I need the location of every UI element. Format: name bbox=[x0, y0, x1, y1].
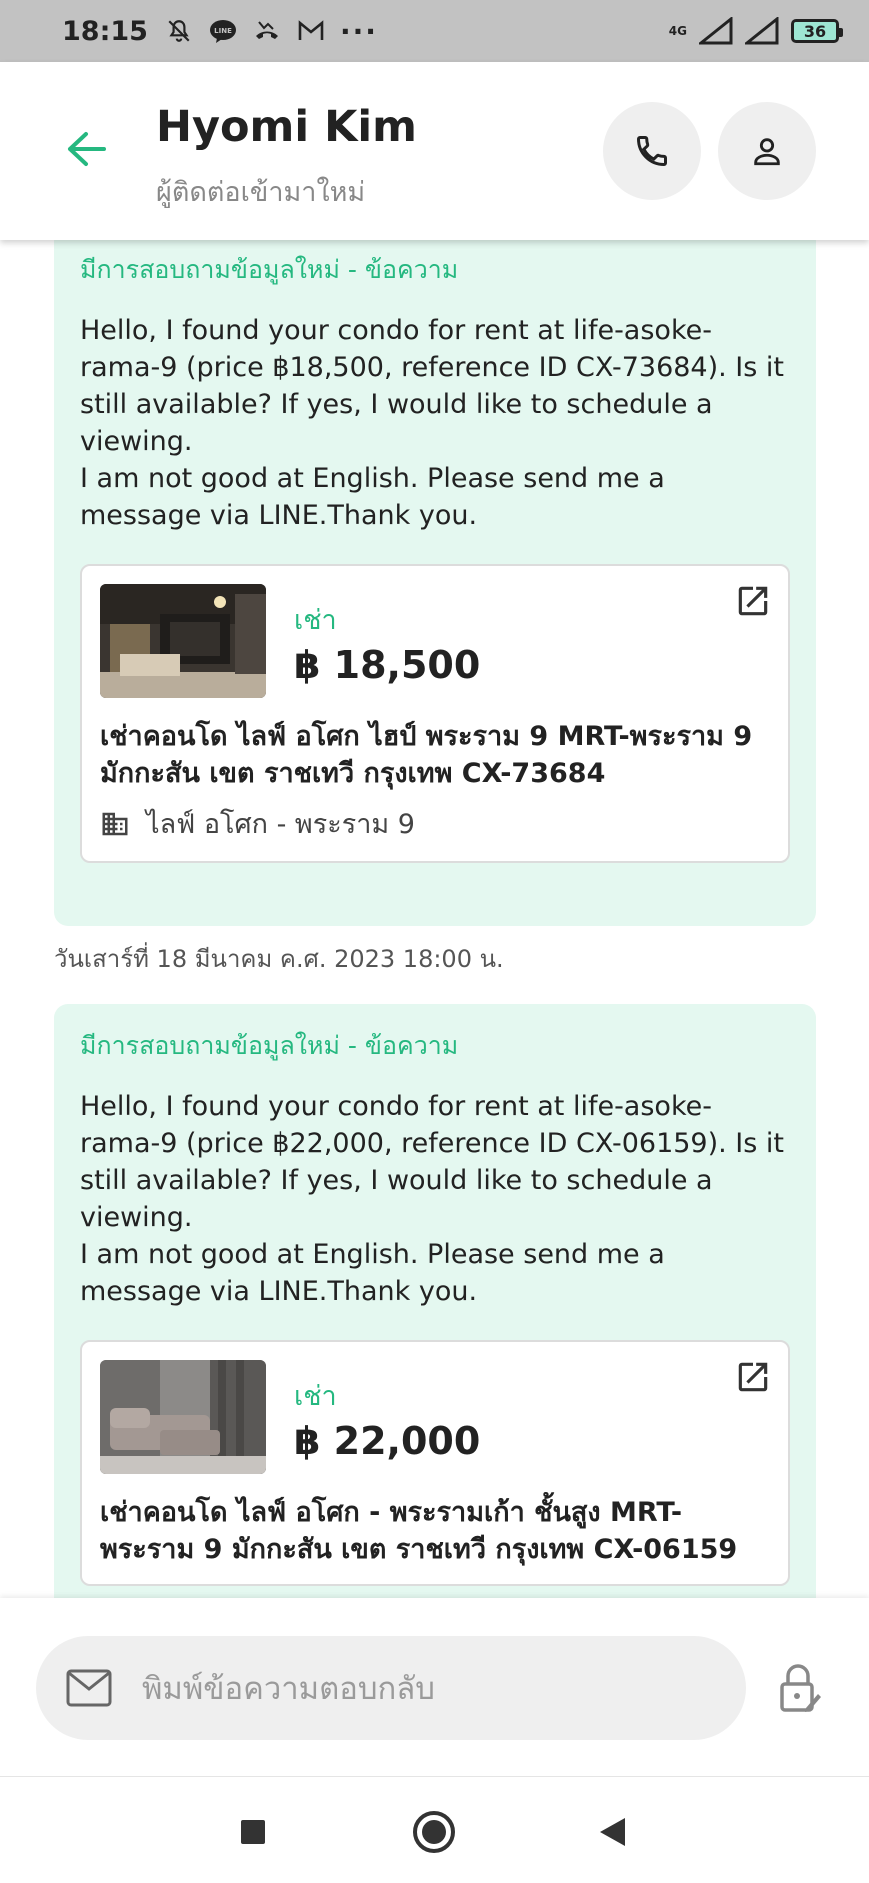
gmail-icon bbox=[296, 16, 326, 46]
svg-text:LINE: LINE bbox=[214, 27, 232, 35]
contact-status: ผู้ติดต่อเข้ามาใหม่ bbox=[156, 177, 366, 208]
building-icon bbox=[102, 812, 128, 835]
battery-icon: 36 bbox=[791, 19, 843, 43]
square-icon bbox=[241, 1820, 265, 1844]
listing-price: ฿ 22,000 bbox=[294, 1419, 481, 1463]
phone-icon bbox=[636, 136, 667, 167]
back-button[interactable] bbox=[64, 127, 108, 171]
listing-card[interactable]: เช่า ฿ 18,500 เช่าคอนโด ไลฟ์ อโศก ไฮป์ พ… bbox=[80, 564, 790, 863]
message-heading: มีการสอบถามข้อมูลใหม่ - ข้อความ bbox=[80, 1031, 459, 1060]
status-bar: 18:15 LINE ··· 4G 36 bbox=[0, 0, 869, 62]
triangle-back-icon bbox=[600, 1818, 625, 1846]
system-indicators: 4G 36 bbox=[668, 17, 843, 45]
open-external-icon[interactable] bbox=[734, 582, 772, 620]
mail-icon bbox=[66, 1669, 112, 1707]
listing-type: เช่า bbox=[294, 1381, 337, 1412]
listing-photo bbox=[100, 584, 266, 698]
reply-bar: พิมพ์ข้อความตอบกลับ bbox=[0, 1598, 869, 1776]
listing-title: เช่าคอนโด ไลฟ์ อโศก ไฮป์ พระราม 9 MRT-พร… bbox=[100, 721, 753, 789]
message-heading: มีการสอบถามข้อมูลใหม่ - ข้อความ bbox=[80, 255, 459, 284]
contact-name: Hyomi Kim bbox=[156, 102, 417, 152]
reply-placeholder: พิมพ์ข้อความตอบกลับ bbox=[142, 1671, 435, 1707]
call-button[interactable] bbox=[603, 102, 701, 200]
profile-button[interactable] bbox=[718, 102, 816, 200]
back-nav-button[interactable] bbox=[587, 1807, 637, 1857]
more-notifications: ··· bbox=[339, 14, 378, 48]
message-timestamp: วันเสาร์ที่ 18 มีนาคม ค.ศ. 2023 18:00 น. bbox=[54, 945, 504, 973]
listing-location: ไลฟ์ อโศก - พระราม 9 bbox=[100, 802, 770, 845]
signal-2-icon bbox=[745, 17, 779, 45]
reply-input[interactable]: พิมพ์ข้อความตอบกลับ bbox=[36, 1636, 746, 1740]
chat-area[interactable]: มีการสอบถามข้อมูลใหม่ - ข้อความ Hello, I… bbox=[0, 240, 869, 1598]
lock-edit-button[interactable] bbox=[778, 1662, 822, 1714]
listing-card[interactable]: เช่า ฿ 22,000 เช่าคอนโด ไลฟ์ อโศก - พระร… bbox=[80, 1340, 790, 1586]
home-button[interactable] bbox=[409, 1807, 459, 1857]
battery-level: 36 bbox=[803, 21, 827, 41]
person-icon bbox=[754, 138, 780, 166]
recents-button[interactable] bbox=[228, 1807, 278, 1857]
system-nav-bar bbox=[0, 1776, 869, 1883]
status-time: 18:15 bbox=[62, 15, 148, 47]
lock-edit-icon bbox=[780, 1664, 821, 1712]
mute-bell-icon bbox=[164, 16, 194, 46]
listing-photo bbox=[100, 1360, 266, 1474]
listing-type: เช่า bbox=[294, 605, 337, 636]
home-circle-icon bbox=[413, 1811, 455, 1853]
notification-icons: LINE ··· bbox=[164, 15, 378, 48]
missed-call-icon bbox=[252, 16, 282, 46]
chat-header: Hyomi Kim ผู้ติดต่อเข้ามาใหม่ bbox=[0, 62, 869, 240]
message-text: Hello, I found your condo for rent at li… bbox=[80, 315, 785, 531]
message-text: Hello, I found your condo for rent at li… bbox=[80, 1091, 785, 1307]
listing-project: ไลฟ์ อโศก - พระราม 9 bbox=[146, 809, 415, 840]
message-bubble: มีการสอบถามข้อมูลใหม่ - ข้อความ Hello, I… bbox=[54, 1004, 816, 1598]
network-type: 4G bbox=[668, 24, 687, 38]
open-external-icon[interactable] bbox=[734, 1358, 772, 1396]
listing-title: เช่าคอนโด ไลฟ์ อโศก - พระรามเก้า ชั้นสูง… bbox=[100, 1497, 738, 1565]
listing-price: ฿ 18,500 bbox=[294, 643, 481, 687]
message-bubble: มีการสอบถามข้อมูลใหม่ - ข้อความ Hello, I… bbox=[54, 240, 816, 926]
signal-icon bbox=[699, 17, 733, 45]
line-app-icon: LINE bbox=[208, 16, 238, 46]
arrow-left-icon bbox=[68, 132, 106, 166]
